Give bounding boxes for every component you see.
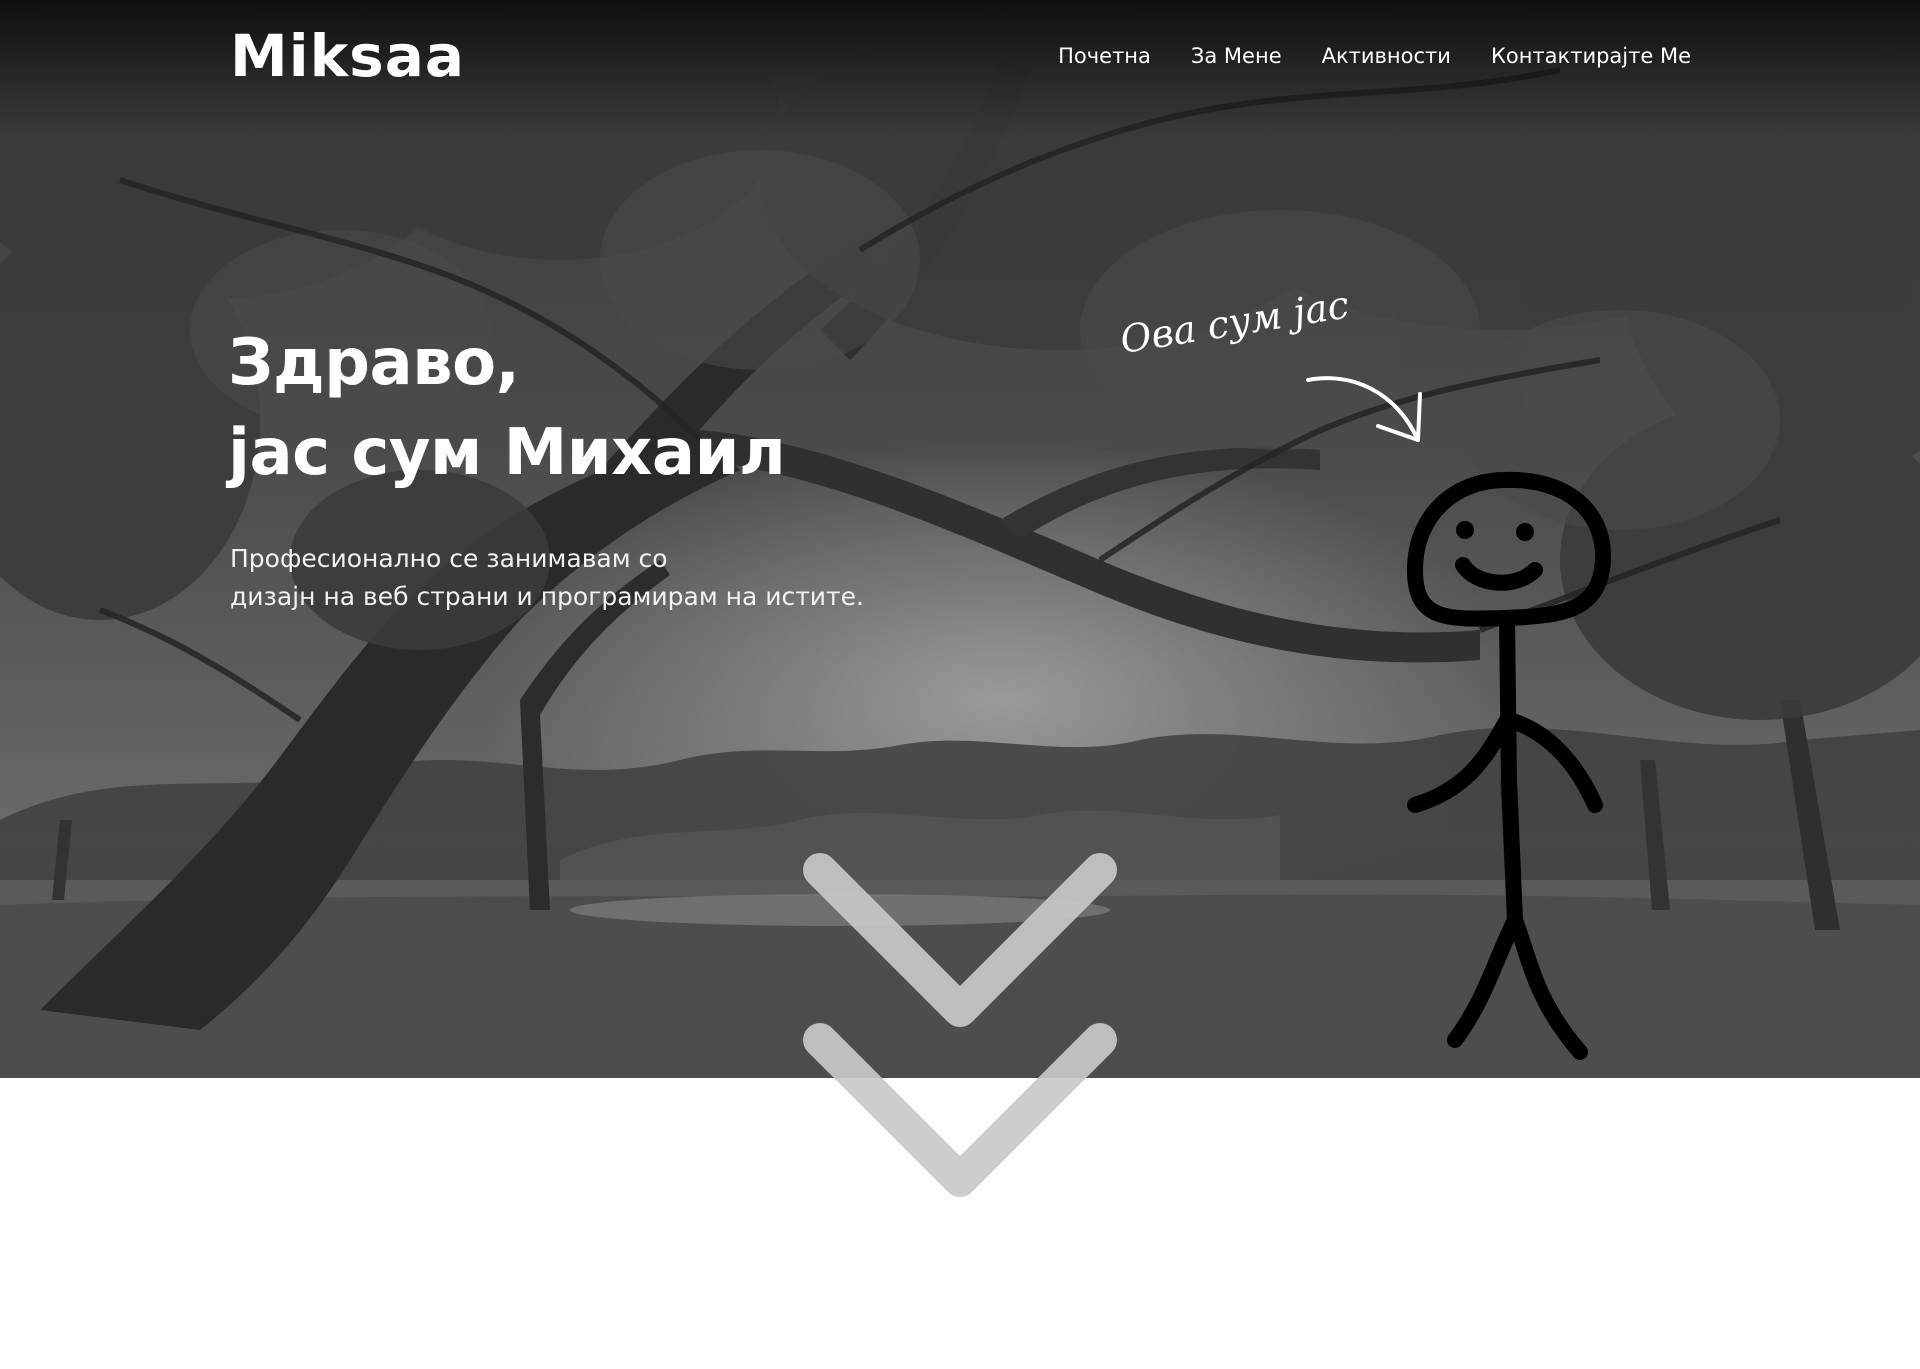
hero-subtitle-line1: Професионално се занимавам со xyxy=(230,544,668,573)
hero-headline: Здраво, јас сум Михаил xyxy=(228,318,786,498)
nav-link-about[interactable]: За Мене xyxy=(1191,44,1282,68)
hero-subtitle: Професионално се занимавам со дизајн на … xyxy=(230,540,864,616)
nav-link-contact[interactable]: Контактирајте Ме xyxy=(1491,44,1691,68)
stick-figure-illustration xyxy=(1407,471,1612,1060)
hero-headline-line2: јас сум Михаил xyxy=(228,416,786,490)
nav-link-home[interactable]: Почетна xyxy=(1058,44,1151,68)
main-nav: Почетна За Мене Активности Контактирајте… xyxy=(1058,44,1691,68)
nav-link-activities[interactable]: Активности xyxy=(1322,44,1451,68)
site-logo[interactable]: Miksaa xyxy=(230,22,465,90)
page: Miksaa Почетна За Мене Активности Контак… xyxy=(0,0,1920,1369)
curved-arrow-icon xyxy=(1306,376,1422,442)
hero-headline-line1: Здраво, xyxy=(228,326,520,400)
double-chevron-down-icon[interactable] xyxy=(800,850,1120,1210)
hero-subtitle-line2: дизајн на веб страни и програмирам на ис… xyxy=(230,582,864,611)
site-header: Miksaa Почетна За Мене Активности Контак… xyxy=(0,0,1920,120)
